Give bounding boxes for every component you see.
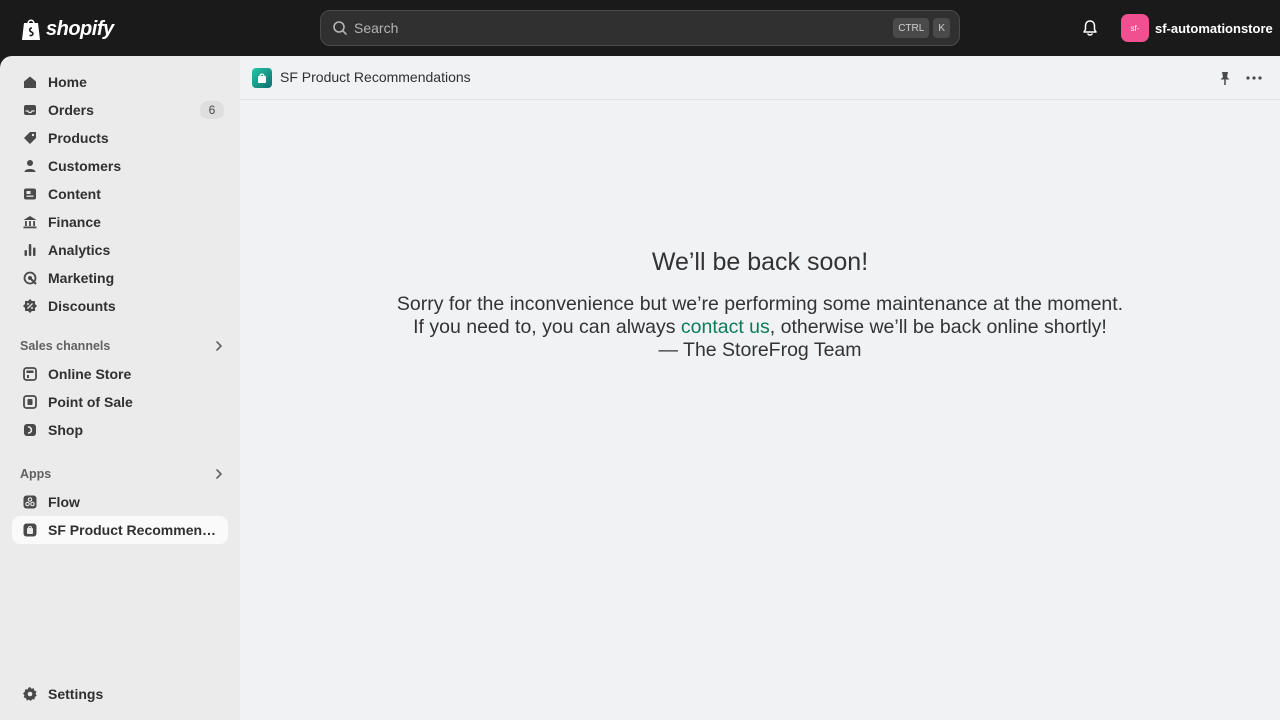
app-header: SF Product Recommendations <box>240 56 1280 100</box>
maintenance-headline: We’ll be back soon! <box>651 248 869 276</box>
target-icon <box>22 270 38 286</box>
sidebar-item-shop[interactable]: Shop <box>12 416 228 444</box>
sidebar: Home Orders 6 Products Customers Content… <box>0 56 240 720</box>
orders-count-badge: 6 <box>200 101 224 119</box>
sidebar-item-settings[interactable]: Settings <box>12 680 228 708</box>
app-logo-icon <box>252 68 272 88</box>
maintenance-message: Sorry for the inconvenience but we’re pe… <box>240 293 1280 362</box>
shortcut-key-ctrl: CTRL <box>893 18 930 38</box>
sidebar-item-marketing[interactable]: Marketing <box>12 264 228 292</box>
main-area: SF Product Recommendations We’ll be back… <box>240 56 1280 720</box>
sidebar-item-label: Analytics <box>48 242 111 258</box>
store-avatar: sf- <box>1121 14 1149 42</box>
maintenance-line-2: If you need to, you can always contact u… <box>240 316 1280 339</box>
sidebar-item-discounts[interactable]: Discounts <box>12 292 228 320</box>
sidebar-item-label: SF Product Recommendations <box>48 522 224 538</box>
sidebar-item-label: Flow <box>48 494 80 510</box>
sidebar-item-products[interactable]: Products <box>12 124 228 152</box>
line2-after: , otherwise we’ll be back online shortly… <box>769 316 1107 338</box>
store-name: sf-automationstore <box>1155 20 1273 36</box>
contact-us-link[interactable]: contact us <box>681 316 770 338</box>
sidebar-item-orders[interactable]: Orders 6 <box>12 96 228 124</box>
shop-icon <box>22 422 38 438</box>
sales-channels-header[interactable]: Sales channels <box>20 336 228 356</box>
sidebar-item-label: Shop <box>48 422 83 438</box>
logo-text: shopify <box>46 17 114 40</box>
sidebar-item-label: Settings <box>48 686 104 702</box>
apps-header[interactable]: Apps <box>20 464 228 484</box>
chevron-right-icon <box>216 469 223 479</box>
gear-icon <box>22 686 38 702</box>
person-icon <box>22 158 38 174</box>
inbox-icon <box>22 102 38 118</box>
shopify-bag-icon <box>22 19 40 40</box>
apps-label: Apps <box>20 467 52 481</box>
home-icon <box>22 74 38 90</box>
sidebar-item-online-store[interactable]: Online Store <box>12 360 228 388</box>
sidebar-item-point-of-sale[interactable]: Point of Sale <box>12 388 228 416</box>
maintenance-line-1: Sorry for the inconvenience but we’re pe… <box>396 293 1124 315</box>
sidebar-item-content[interactable]: Content <box>12 180 228 208</box>
bank-icon <box>22 214 38 230</box>
sidebar-item-label: Home <box>48 74 87 90</box>
shopify-logo[interactable]: shopify <box>20 16 114 42</box>
sidebar-item-label: Customers <box>48 158 122 174</box>
sidebar-item-home[interactable]: Home <box>12 68 228 96</box>
sidebar-item-flow[interactable]: Flow <box>12 488 228 516</box>
sidebar-item-label: Finance <box>48 214 101 230</box>
search-icon <box>333 21 347 35</box>
sidebar-item-label: Products <box>48 130 109 146</box>
line2-before: If you need to, you can always <box>413 316 681 338</box>
sidebar-item-sf-product-recommendations[interactable]: SF Product Recommendations <box>12 516 228 544</box>
chevron-right-icon <box>216 341 223 351</box>
search-placeholder: Search <box>354 20 399 36</box>
sidebar-item-label: Marketing <box>48 270 115 286</box>
top-bar: shopify Search CTRL K sf- sf-automations… <box>0 0 1280 56</box>
sales-channels-label: Sales channels <box>20 339 111 353</box>
discount-icon <box>22 298 38 314</box>
notifications-bell-icon[interactable] <box>1080 18 1100 38</box>
sidebar-item-label: Online Store <box>48 366 132 382</box>
more-options-icon[interactable] <box>1244 70 1264 86</box>
search-bar[interactable]: Search CTRL K <box>320 10 960 46</box>
storefront-icon <box>22 366 38 382</box>
sidebar-item-label: Point of Sale <box>48 394 133 410</box>
app-title: SF Product Recommendations <box>280 69 471 85</box>
app-icon <box>22 522 38 538</box>
sidebar-item-label: Orders <box>48 102 94 118</box>
sidebar-item-finance[interactable]: Finance <box>12 208 228 236</box>
flow-icon <box>22 494 38 510</box>
maintenance-signature: — The StoreFrog Team <box>658 339 862 361</box>
store-menu[interactable]: sf- sf-automationstore <box>1121 14 1273 42</box>
sidebar-item-label: Content <box>48 186 101 202</box>
tag-icon <box>22 130 38 146</box>
shortcut-key-k: K <box>933 18 950 38</box>
bar-chart-icon <box>22 242 38 258</box>
pin-icon[interactable] <box>1217 70 1233 86</box>
pos-icon <box>22 394 38 410</box>
sidebar-item-label: Discounts <box>48 298 116 314</box>
content-icon <box>22 186 38 202</box>
app-content: We’ll be back soon! Sorry for the inconv… <box>240 100 1280 720</box>
sidebar-item-analytics[interactable]: Analytics <box>12 236 228 264</box>
sidebar-item-customers[interactable]: Customers <box>12 152 228 180</box>
